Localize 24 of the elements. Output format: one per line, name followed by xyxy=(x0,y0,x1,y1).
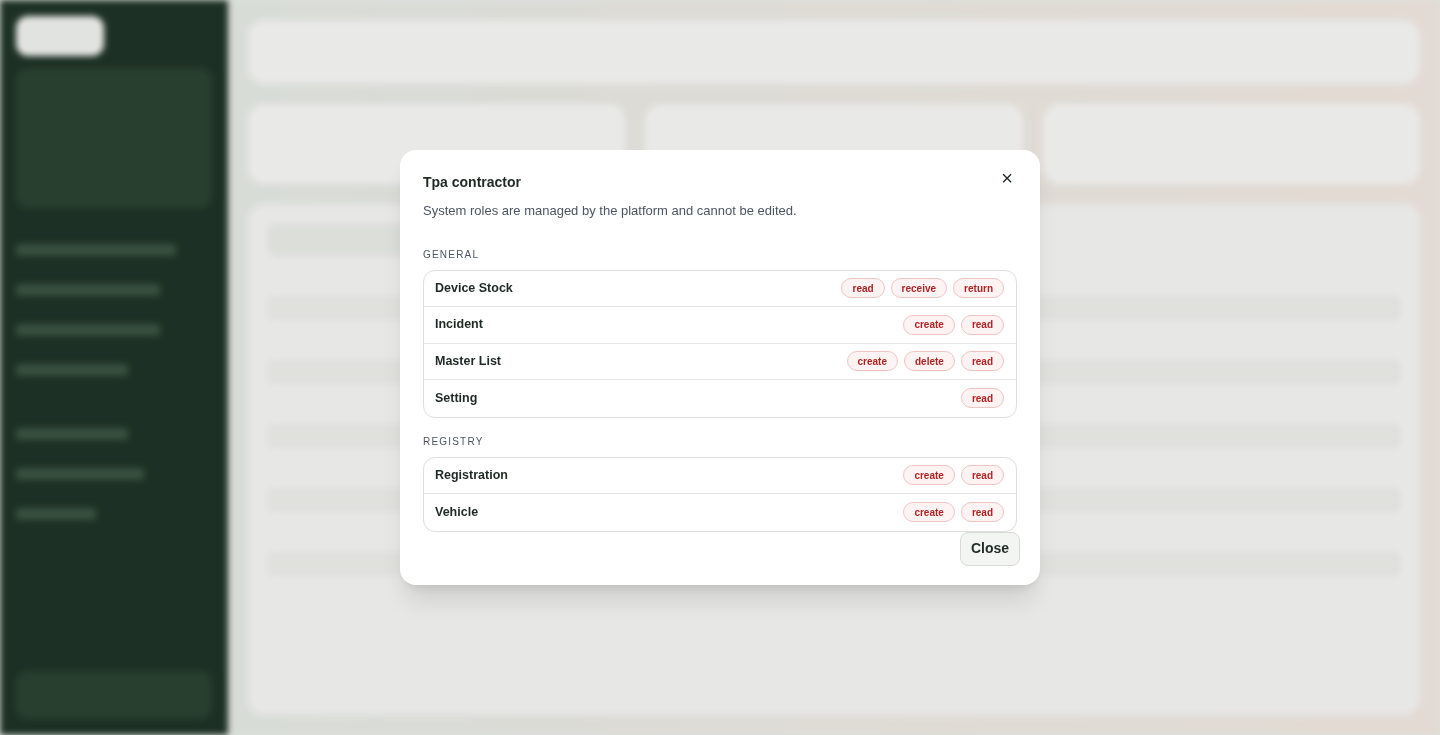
permission-tag: receive xyxy=(890,278,948,299)
permission-tag: create xyxy=(903,314,955,335)
section-heading: GENERAL xyxy=(423,247,481,262)
permission-tag: read xyxy=(960,351,1004,372)
permission-tag: create xyxy=(903,502,955,523)
resource-name: Master List xyxy=(435,352,501,370)
resource-name: Setting xyxy=(435,389,478,407)
permission-tag: read xyxy=(960,388,1004,409)
close-button[interactable]: Close xyxy=(959,531,1020,566)
dialog-subtitle: System roles are managed by the platform and cannot be edited. xyxy=(423,202,798,220)
permission-tag: delete xyxy=(903,351,955,372)
permission-tag: read xyxy=(960,465,1004,486)
resource-name: Device Stock xyxy=(435,279,513,297)
dialog-title: Tpa contractor xyxy=(423,173,521,192)
permission-tag: read xyxy=(841,278,885,299)
resource-name: Incident xyxy=(435,316,483,334)
section-heading: REGISTRY xyxy=(423,434,485,449)
permission-tag: create xyxy=(846,351,898,372)
permission-tag: read xyxy=(960,502,1004,523)
resource-name: Vehicle xyxy=(435,503,479,521)
resource-name: Registration xyxy=(435,466,508,484)
permission-tag: read xyxy=(960,314,1004,335)
permission-tag: return xyxy=(953,278,1004,299)
permission-tag: create xyxy=(903,465,955,486)
